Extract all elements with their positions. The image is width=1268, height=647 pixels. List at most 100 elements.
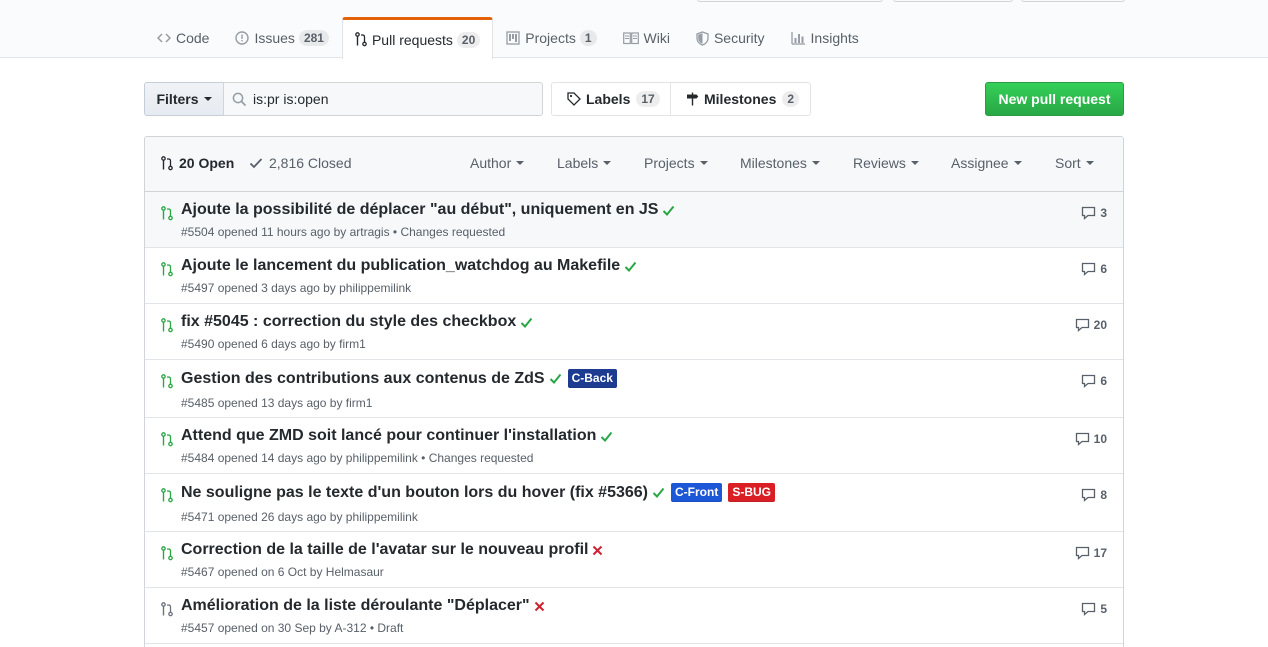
labels-select[interactable]: Labels xyxy=(557,155,612,171)
pull-request-title-link[interactable]: Correction de la taille de l'avatar sur … xyxy=(181,541,588,559)
tag-icon xyxy=(567,92,581,106)
pull-request-meta: #5490 opened 6 days ago by firm1 xyxy=(181,337,366,351)
pull-request-row[interactable]: fix #5045 : correction du style des chec… xyxy=(145,304,1123,360)
check-failure-icon[interactable] xyxy=(592,545,603,556)
projects-select[interactable]: Projects xyxy=(644,155,708,171)
title-line: Ajoute le lancement du publication_watch… xyxy=(181,257,637,275)
tab-pull-requests[interactable]: Pull requests 20 xyxy=(341,17,494,59)
pull-request-list: 20 Open 2,816 Closed Author Labels Proje… xyxy=(144,136,1124,647)
select-label: Milestones xyxy=(740,155,807,171)
tab-insights[interactable]: Insights xyxy=(778,17,872,58)
caret-down-icon xyxy=(1085,161,1094,165)
comments-link[interactable]: 6 xyxy=(1081,262,1107,276)
project-icon xyxy=(506,31,520,45)
comments-link[interactable]: 20 xyxy=(1075,318,1107,332)
milestones-button[interactable]: Milestones 2 xyxy=(670,82,811,116)
sort-select[interactable]: Sort xyxy=(1055,155,1094,171)
search-input[interactable] xyxy=(253,91,533,107)
comments-link[interactable]: 6 xyxy=(1081,374,1107,388)
title-line: Ne souligne pas le texte d'un bouton lor… xyxy=(181,483,775,502)
star-button[interactable] xyxy=(893,0,1013,2)
pull-request-meta: #5457 opened on 30 Sep by A-312 • Draft xyxy=(181,621,404,635)
pull-request-row[interactable]: Attend que ZMD soit lancé pour continuer… xyxy=(145,418,1123,474)
assignee-select[interactable]: Assignee xyxy=(951,155,1022,171)
title-line: Amélioration de la liste déroulante "Dép… xyxy=(181,597,545,615)
label-badge[interactable]: C-Back xyxy=(567,369,617,388)
select-label: Labels xyxy=(557,155,599,171)
fork-button[interactable] xyxy=(1021,0,1125,2)
issues-counter: 281 xyxy=(298,30,329,46)
label-badge[interactable]: C-Front xyxy=(671,483,723,502)
search-field[interactable] xyxy=(223,82,543,116)
tab-wiki[interactable]: Wiki xyxy=(610,17,683,58)
pull-request-row[interactable]: Amélioration de la liste déroulante "Dép… xyxy=(145,588,1123,644)
check-success-icon[interactable] xyxy=(549,373,562,384)
caret-down-icon xyxy=(699,161,708,165)
labels-button[interactable]: Labels 17 xyxy=(551,82,671,116)
comments-link[interactable]: 8 xyxy=(1081,488,1107,502)
pull-request-row[interactable]: Ajoute la possibilité de déplacer "au dé… xyxy=(145,192,1123,248)
tab-issues[interactable]: Issues 281 xyxy=(222,17,342,58)
caret-down-icon xyxy=(603,161,612,165)
caret-down-icon xyxy=(1013,161,1022,165)
pull-request-title-link[interactable]: Attend que ZMD soit lancé pour continuer… xyxy=(181,427,596,445)
select-label: Sort xyxy=(1055,155,1081,171)
open-pull-request-icon xyxy=(161,374,173,389)
pull-request-title-link[interactable]: Ajoute la possibilité de déplacer "au dé… xyxy=(181,201,658,219)
tab-projects[interactable]: Projects 1 xyxy=(493,17,609,58)
title-line: Attend que ZMD soit lancé pour continuer… xyxy=(181,427,613,445)
pull-request-row[interactable]: Ne souligne pas le texte d'un bouton lor… xyxy=(145,474,1123,532)
pull-request-title-link[interactable]: fix #5045 : correction du style des chec… xyxy=(181,313,516,331)
pull-request-title-link[interactable]: Amélioration de la liste déroulante "Dép… xyxy=(181,597,530,615)
graph-icon xyxy=(790,31,806,45)
reviews-select[interactable]: Reviews xyxy=(853,155,919,171)
caret-down-icon xyxy=(203,97,212,101)
tab-label: Projects xyxy=(525,30,576,46)
closed-filter-link[interactable]: 2,816 Closed xyxy=(249,155,352,171)
new-pull-request-button[interactable]: New pull request xyxy=(985,82,1124,116)
comment-icon xyxy=(1081,602,1096,616)
label-badge[interactable]: S-BUG xyxy=(728,483,775,502)
check-success-icon[interactable] xyxy=(520,317,533,328)
select-label: Assignee xyxy=(951,155,1009,171)
title-line: fix #5045 : correction du style des chec… xyxy=(181,313,533,331)
milestones-select[interactable]: Milestones xyxy=(740,155,820,171)
draft-pull-request-icon xyxy=(161,602,173,617)
comments-link[interactable]: 5 xyxy=(1081,602,1107,616)
pull-request-row[interactable]: Correction de la taille de l'avatar sur … xyxy=(145,532,1123,588)
comments-link[interactable]: 17 xyxy=(1075,546,1107,560)
caret-down-icon xyxy=(910,161,919,165)
open-pull-request-icon xyxy=(161,206,173,221)
comment-count: 20 xyxy=(1093,318,1107,332)
comment-icon xyxy=(1081,206,1096,220)
comment-count: 3 xyxy=(1100,206,1107,220)
watch-button[interactable] xyxy=(697,0,883,2)
tab-label: Pull requests xyxy=(371,31,453,48)
pull-request-title-link[interactable]: Ajoute le lancement du publication_watch… xyxy=(181,257,620,275)
author-select[interactable]: Author xyxy=(470,155,525,171)
check-failure-icon[interactable] xyxy=(534,601,545,612)
repo-nav: Code Issues 281 Pull requests 20 Project… xyxy=(144,17,872,59)
code-icon xyxy=(157,31,171,45)
open-pull-request-icon xyxy=(161,432,173,447)
filters-button[interactable]: Filters xyxy=(144,82,224,116)
tab-code[interactable]: Code xyxy=(144,17,222,58)
pull-request-title-link[interactable]: Gestion des contributions aux contenus d… xyxy=(181,370,545,388)
check-success-icon[interactable] xyxy=(662,205,675,216)
comments-link[interactable]: 3 xyxy=(1081,206,1107,220)
title-line: Correction de la taille de l'avatar sur … xyxy=(181,541,603,559)
open-filter-link[interactable]: 20 Open xyxy=(161,155,234,171)
pull-request-title-link[interactable]: Ne souligne pas le texte d'un bouton lor… xyxy=(181,484,648,502)
new-pull-request-label: New pull request xyxy=(998,91,1111,107)
check-success-icon[interactable] xyxy=(652,487,665,498)
check-success-icon[interactable] xyxy=(600,431,613,442)
tab-security[interactable]: Security xyxy=(683,17,778,58)
caret-down-icon xyxy=(811,161,820,165)
pull-requests-counter: 20 xyxy=(456,31,481,48)
tab-label: Wiki xyxy=(643,30,670,46)
comments-link[interactable]: 10 xyxy=(1075,432,1107,446)
check-success-icon[interactable] xyxy=(624,261,637,272)
pull-request-row[interactable]: Gestion des contributions aux contenus d… xyxy=(145,360,1123,418)
pull-request-meta: #5497 opened 3 days ago by philippemilin… xyxy=(181,281,412,295)
pull-request-row[interactable]: Ajoute le lancement du publication_watch… xyxy=(145,248,1123,304)
